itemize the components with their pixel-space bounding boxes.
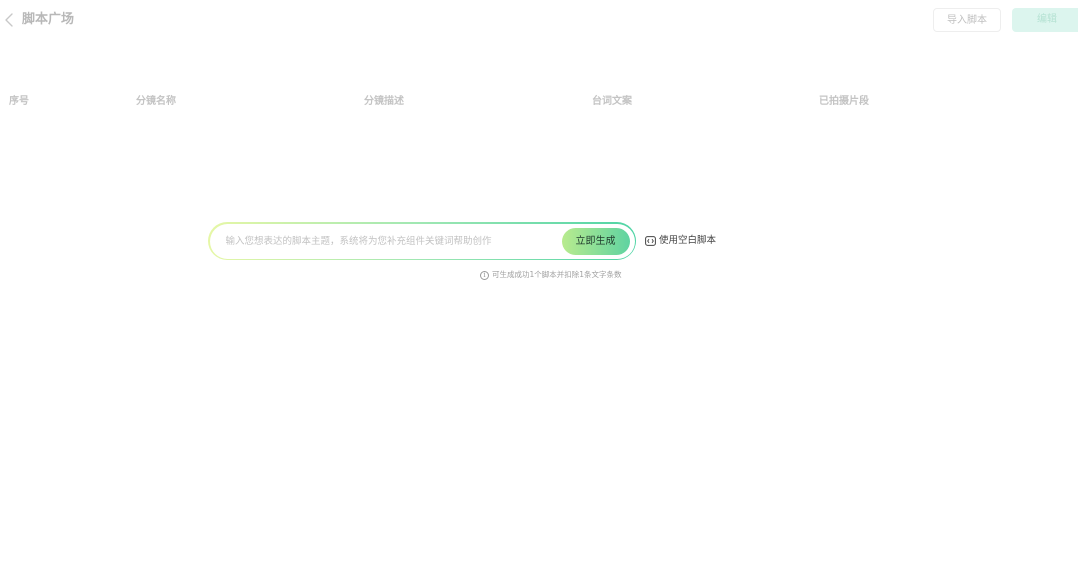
column-header-index: 序号 bbox=[9, 96, 29, 107]
script-generator-inner: 立即生成 bbox=[209, 223, 635, 259]
column-header-shot-name: 分镜名称 bbox=[136, 96, 176, 107]
top-bar: 脚本广场 导入脚本 编辑 bbox=[0, 0, 1078, 40]
page-title: 脚本广场 bbox=[22, 12, 75, 27]
generate-button[interactable]: 立即生成 bbox=[561, 227, 630, 255]
column-header-shot-description: 分镜描述 bbox=[364, 96, 404, 107]
topic-input[interactable] bbox=[225, 232, 556, 251]
edit-button[interactable]: 编辑 bbox=[1012, 8, 1078, 32]
table-header: 序号 分镜名称 分镜描述 台词文案 已拍摄片段 bbox=[0, 94, 1078, 110]
blank-script-icon bbox=[645, 236, 656, 246]
column-header-dialogue: 台词文案 bbox=[592, 96, 632, 107]
script-generator: 立即生成 bbox=[208, 222, 636, 260]
hint-text: 可生成成功1个脚本并扣除1条文字条数 bbox=[492, 270, 622, 279]
info-icon: i bbox=[480, 270, 489, 280]
column-header-filmed-clips: 已拍摄片段 bbox=[819, 96, 869, 107]
import-script-button[interactable]: 导入脚本 bbox=[933, 8, 1001, 32]
use-blank-script-link[interactable]: 使用空白脚本 bbox=[645, 234, 716, 248]
blank-script-label: 使用空白脚本 bbox=[659, 235, 717, 246]
back-arrow-icon[interactable] bbox=[3, 11, 17, 29]
generation-hint: i 可生成成功1个脚本并扣除1条文字条数 bbox=[480, 269, 622, 281]
